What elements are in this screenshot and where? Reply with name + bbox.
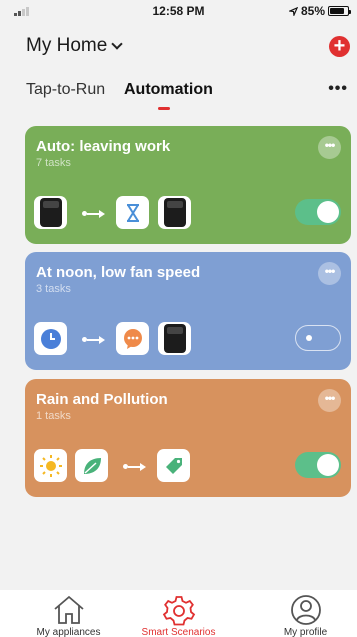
app-screen: 12:58 PM 85% My Home + Tap-to-Run Automa…: [0, 0, 357, 637]
add-scenario-button[interactable]: +: [329, 36, 350, 57]
arrow-icon: [82, 332, 105, 346]
active-tab-indicator: [158, 107, 170, 110]
card-task-count: 7 tasks: [36, 157, 71, 169]
clock-icon: [34, 322, 67, 355]
automation-toggle[interactable]: [295, 325, 341, 351]
more-options-icon[interactable]: •••: [328, 80, 348, 98]
gear-icon: [162, 596, 196, 626]
card-task-count: 3 tasks: [36, 283, 71, 295]
dehumidifier-icon: [34, 196, 67, 229]
card-title: Rain and Pollution: [36, 391, 168, 408]
card-more-button[interactable]: •••: [318, 389, 341, 412]
nav-label: My appliances: [36, 627, 101, 637]
card-title: Auto: leaving work: [36, 138, 171, 155]
hourglass-icon: [116, 196, 149, 229]
home-icon: [54, 595, 84, 624]
tag-icon: [157, 449, 190, 482]
location-arrow-icon: [288, 6, 298, 16]
chevron-down-icon: [111, 37, 123, 50]
automation-card-rain-pollution[interactable]: Rain and Pollution 1 tasks •••: [25, 379, 351, 497]
arrow-icon: [123, 459, 146, 473]
sun-icon: [34, 449, 67, 482]
dehumidifier-icon: [158, 196, 191, 229]
card-more-button[interactable]: •••: [318, 262, 341, 285]
arrow-icon: [82, 206, 105, 220]
automation-toggle[interactable]: [295, 199, 341, 225]
battery-percent: 85%: [300, 4, 325, 18]
automation-toggle[interactable]: [295, 452, 341, 478]
battery-icon: [328, 6, 351, 16]
home-selector[interactable]: My Home: [26, 35, 123, 57]
card-task-count: 1 tasks: [36, 410, 71, 422]
dehumidifier-icon: [158, 322, 191, 355]
card-title: At noon, low fan speed: [36, 264, 201, 281]
nav-label: My profile: [283, 627, 328, 637]
nav-label: Smart Scenarios: [141, 627, 216, 637]
user-icon: [291, 595, 321, 625]
tab-automation[interactable]: Automation: [124, 81, 213, 99]
bottom-navigation: My appliances Smart Scenarios My profile: [0, 590, 357, 637]
message-icon: [116, 322, 149, 355]
automation-card-leaving-work[interactable]: Auto: leaving work 7 tasks •••: [25, 126, 351, 244]
leaf-icon: [75, 449, 108, 482]
card-more-button[interactable]: •••: [318, 136, 341, 159]
status-bar: 12:58 PM 85%: [0, 0, 357, 22]
home-title: My Home: [26, 35, 108, 56]
tab-tap-to-run[interactable]: Tap-to-Run: [26, 81, 105, 99]
automation-card-noon-fan-speed[interactable]: At noon, low fan speed 3 tasks •••: [25, 252, 351, 370]
